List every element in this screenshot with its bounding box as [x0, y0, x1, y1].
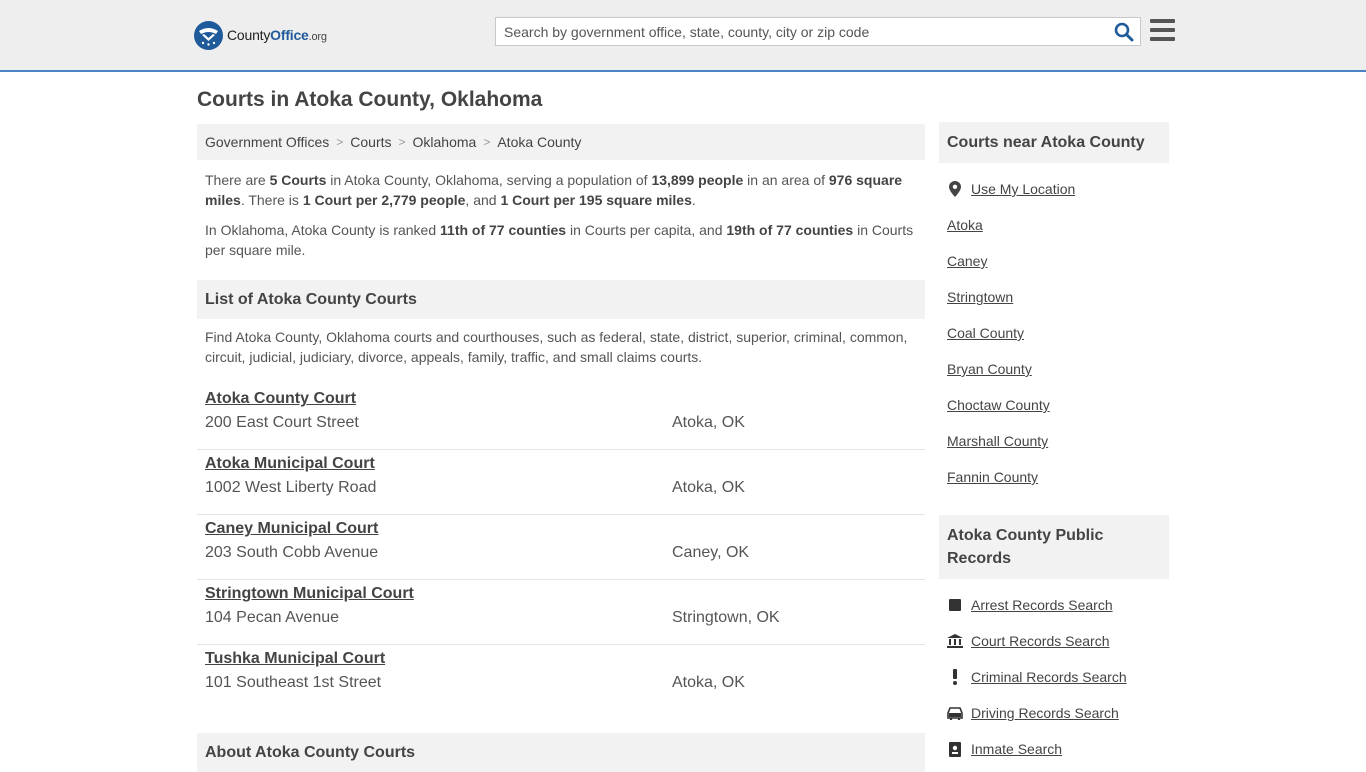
record-item: Criminal Records Search: [947, 659, 1161, 695]
court-address: 101 Southeast 1st Street: [205, 674, 382, 691]
search-input[interactable]: [496, 18, 1096, 45]
ranking-paragraph: In Oklahoma, Atoka County is ranked 11th…: [205, 222, 914, 258]
list-section-title: List of Atoka County Courts: [197, 280, 925, 319]
nearby-item: Stringtown: [947, 279, 1161, 315]
public-records-list: Arrest Records Search Court Records Sear…: [939, 579, 1169, 767]
breadcrumb-oklahoma[interactable]: Oklahoma: [413, 134, 477, 150]
hamburger-menu-icon[interactable]: [1150, 19, 1175, 41]
criminal-records-link[interactable]: Criminal Records Search: [971, 669, 1127, 685]
breadcrumb: Government Offices > Courts > Oklahoma >…: [197, 124, 925, 160]
summary-paragraph: There are 5 Courts in Atoka County, Okla…: [205, 172, 903, 208]
site-header: CountyOffice.org: [0, 0, 1366, 72]
nearby-item: Atoka: [947, 207, 1161, 243]
driving-records-link[interactable]: Driving Records Search: [971, 705, 1119, 721]
courts-list: Atoka County Court 200 East Court Street…: [197, 385, 925, 710]
use-location-item: Use My Location: [947, 171, 1161, 207]
nearby-link-bryan-county[interactable]: Bryan County: [947, 361, 1032, 377]
chevron-right-icon: >: [483, 135, 491, 149]
search-box: [495, 17, 1141, 46]
court-row: Caney Municipal Court 203 South Cobb Ave…: [197, 515, 925, 580]
record-item: Arrest Records Search: [947, 587, 1161, 623]
court-link[interactable]: Stringtown Municipal Court: [205, 585, 414, 603]
public-records-title: Atoka County Public Records: [939, 515, 1169, 579]
court-records-link[interactable]: Court Records Search: [971, 633, 1110, 649]
logo-text: CountyOffice.org: [227, 27, 327, 43]
nearby-link-coal-county[interactable]: Coal County: [947, 325, 1024, 341]
use-my-location-link[interactable]: Use My Location: [971, 181, 1075, 197]
nearby-link-caney[interactable]: Caney: [947, 253, 987, 269]
main-content: Government Offices > Courts > Oklahoma >…: [197, 124, 925, 710]
court-row: Stringtown Municipal Court 104 Pecan Ave…: [197, 580, 925, 645]
site-logo[interactable]: CountyOffice.org: [194, 20, 327, 50]
nearby-courts-list: Use My Location Atoka Caney Stringtown C…: [939, 163, 1169, 495]
nearby-item: Coal County: [947, 315, 1161, 351]
chevron-right-icon: >: [398, 135, 406, 149]
breadcrumb-government-offices[interactable]: Government Offices: [205, 134, 329, 150]
sidebar: Courts near Atoka County Use My Location…: [939, 122, 1169, 767]
nearby-item: Caney: [947, 243, 1161, 279]
record-item: Inmate Search: [947, 731, 1161, 767]
search-icon[interactable]: [1114, 22, 1134, 42]
court-address: 1002 West Liberty Road: [205, 479, 377, 496]
nearby-link-marshall-county[interactable]: Marshall County: [947, 433, 1048, 449]
record-item: Court Records Search: [947, 623, 1161, 659]
nearby-courts-title: Courts near Atoka County: [939, 122, 1169, 163]
court-address: 200 East Court Street: [205, 414, 359, 431]
court-city: Stringtown, OK: [672, 609, 780, 626]
arrest-records-link[interactable]: Arrest Records Search: [971, 597, 1113, 613]
chevron-right-icon: >: [336, 135, 344, 149]
nearby-link-choctaw-county[interactable]: Choctaw County: [947, 397, 1050, 413]
nearby-item: Fannin County: [947, 459, 1161, 495]
court-city: Atoka, OK: [672, 414, 745, 431]
nearby-item: Choctaw County: [947, 387, 1161, 423]
court-address: 203 South Cobb Avenue: [205, 544, 379, 561]
nearby-item: Bryan County: [947, 351, 1161, 387]
court-row: Tushka Municipal Court 101 Southeast 1st…: [197, 645, 925, 710]
map-pin-icon: [947, 181, 963, 197]
court-address: 104 Pecan Avenue: [205, 609, 340, 626]
court-city: Atoka, OK: [672, 479, 745, 496]
courthouse-icon: [947, 633, 963, 649]
logo-seal-icon: [194, 20, 223, 50]
breadcrumb-courts[interactable]: Courts: [350, 134, 391, 150]
square-icon: [947, 597, 963, 613]
car-icon: [947, 705, 963, 721]
nearby-link-stringtown[interactable]: Stringtown: [947, 289, 1013, 305]
court-city: Caney, OK: [672, 544, 750, 561]
nearby-link-fannin-county[interactable]: Fannin County: [947, 469, 1038, 485]
court-link[interactable]: Caney Municipal Court: [205, 520, 378, 538]
court-row: Atoka Municipal Court 1002 West Liberty …: [197, 450, 925, 515]
court-city: Atoka, OK: [672, 674, 745, 691]
court-link[interactable]: Tushka Municipal Court: [205, 650, 385, 668]
nearby-item: Marshall County: [947, 423, 1161, 459]
court-link[interactable]: Atoka Municipal Court: [205, 455, 375, 473]
record-item: Driving Records Search: [947, 695, 1161, 731]
exclamation-icon: [947, 669, 963, 685]
breadcrumb-atoka-county[interactable]: Atoka County: [497, 134, 581, 150]
nearby-link-atoka[interactable]: Atoka: [947, 217, 983, 233]
about-section-title: About Atoka County Courts: [197, 733, 925, 772]
court-row: Atoka County Court 200 East Court Street…: [197, 385, 925, 450]
id-badge-icon: [947, 741, 963, 757]
court-link[interactable]: Atoka County Court: [205, 390, 356, 408]
inmate-search-link[interactable]: Inmate Search: [971, 741, 1062, 757]
list-section-description: Find Atoka County, Oklahoma courts and c…: [205, 329, 908, 365]
page-title: Courts in Atoka County, Oklahoma: [197, 88, 543, 111]
